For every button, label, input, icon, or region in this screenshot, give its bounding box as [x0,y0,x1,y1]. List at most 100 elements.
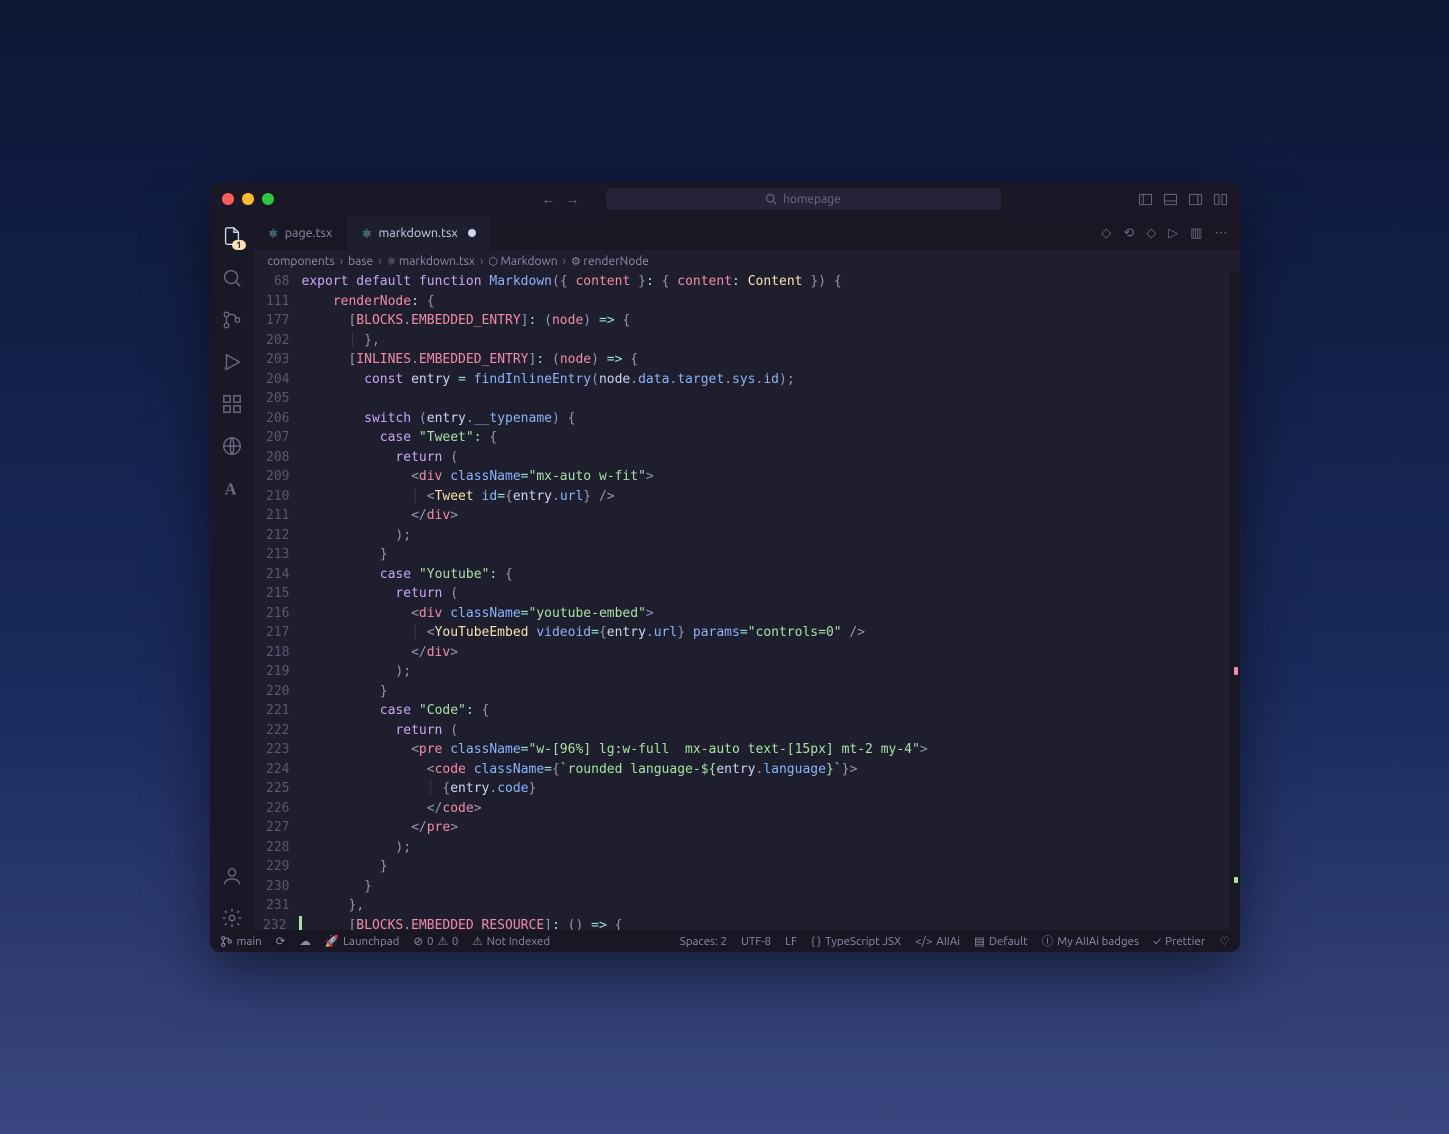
extensions-activity[interactable] [220,392,244,416]
breadcrumb-item[interactable]: ⬡ Markdown [488,255,557,268]
badges-status[interactable]: ⓘMy AIIAi badges [1042,933,1139,949]
code-line[interactable]: 217 │ <YouTubeEmbed videoid={entry.url} … [254,623,1240,643]
prettier-status[interactable]: ✓Prettier [1153,935,1205,948]
code-content: case "Code": { [302,701,1240,721]
nav-back-button[interactable]: ← [542,191,556,207]
problems-status[interactable]: ⊘0 ⚠0 [413,934,458,948]
code-line[interactable]: 111 renderNode: { [254,292,1240,312]
breadcrumb-separator: › [378,255,381,268]
run-debug-activity[interactable] [220,350,244,374]
text-activity[interactable]: A [220,476,244,500]
aiiai-status[interactable]: </>AIIAi [915,935,960,948]
tab-page-tsx[interactable]: ⚛ page.tsx [254,216,348,250]
line-number: 213 [254,545,302,565]
spaces-status[interactable]: Spaces: 2 [680,935,727,948]
code-line[interactable]: 214 case "Youtube": { [254,565,1240,585]
nav-prev-icon[interactable]: ◇ [1101,226,1111,241]
code-line[interactable]: 226 </code> [254,799,1240,819]
code-line[interactable]: 228 ); [254,838,1240,858]
code-line[interactable]: 177 [BLOCKS.EMBEDDED_ENTRY]: (node) => { [254,311,1240,331]
react-icon: ⚛ [268,226,279,241]
explorer-activity[interactable]: 1 [220,224,244,248]
breadcrumb-item[interactable]: components [268,255,335,268]
line-number: 210 [254,487,302,507]
code-line[interactable]: 210 │ <Tweet id={entry.url} /> [254,487,1240,507]
code-line[interactable]: 222 return ( [254,721,1240,741]
code-line[interactable]: 213 } [254,545,1240,565]
breadcrumb-item[interactable]: base [348,255,373,268]
source-control-activity[interactable] [220,308,244,332]
bell-icon[interactable]: ♡ [1219,934,1229,948]
more-icon[interactable]: ⋯ [1215,226,1228,241]
code-line[interactable]: 202 │ }, [254,331,1240,351]
breadcrumbs[interactable]: components›base›⚛ markdown.tsx›⬡ Markdow… [254,250,1240,272]
launchpad-status[interactable]: 🚀 Launchpad [325,934,400,948]
code-line[interactable]: 229 } [254,857,1240,877]
code-line[interactable]: 206 switch (entry.__typename) { [254,409,1240,429]
breadcrumb-item[interactable]: ⚙ renderNode [571,255,649,268]
line-number: 215 [254,584,302,604]
panel-left-icon[interactable] [1138,192,1153,207]
encoding-status[interactable]: UTF-8 [741,935,771,948]
nav-next-icon[interactable]: ◇ [1146,226,1156,241]
sync-status[interactable]: ⟳ [276,934,286,948]
code-line[interactable]: 209 <div className="mx-auto w-fit"> [254,467,1240,487]
code-line[interactable]: 221 case "Code": { [254,701,1240,721]
code-line[interactable]: 231 }, [254,896,1240,916]
tab-markdown-tsx[interactable]: ⚛markdown.tsx [347,216,490,250]
remote-activity[interactable] [220,434,244,458]
code-line[interactable]: 215 return ( [254,584,1240,604]
code-line[interactable]: 204 const entry = findInlineEntry(node.d… [254,370,1240,390]
code-editor[interactable]: 68export default function Markdown({ con… [254,272,1240,930]
default-status[interactable]: ▤Default [974,934,1028,948]
run-icon[interactable]: ▷ [1168,226,1178,241]
code-line[interactable]: 225 │ {entry.code} [254,779,1240,799]
code-line[interactable]: 220 } [254,682,1240,702]
tab-actions: ◇ ⟲ ◇ ▷ ▥ ⋯ [1101,216,1239,250]
tab-bar: ⚛ page.tsx ⚛markdown.tsx ◇ ⟲ ◇ ▷ ▥ ⋯ [254,216,1240,250]
code-line[interactable]: 212 ); [254,526,1240,546]
code-line[interactable]: 218 </div> [254,643,1240,663]
breadcrumb-item[interactable]: ⚛ markdown.tsx [387,255,475,268]
language-status[interactable]: { }TypeScript JSX [811,935,901,948]
code-line[interactable]: 205 [254,389,1240,409]
code-line[interactable]: 232 [BLOCKS.EMBEDDED_RESOURCE]: () => { [254,916,1240,931]
code-line[interactable]: 68export default function Markdown({ con… [254,272,1240,292]
git-branch-status[interactable]: main [220,935,262,948]
code-line[interactable]: 224 <code className={`rounded language-$… [254,760,1240,780]
search-activity[interactable] [220,266,244,290]
breadcrumb-separator: › [480,255,483,268]
settings-activity[interactable] [220,906,244,930]
code-line[interactable]: 219 ); [254,662,1240,682]
command-center-search[interactable]: homepage [606,188,1001,210]
eol-status[interactable]: LF [785,935,797,948]
cloud-status[interactable]: ☁ [299,934,311,948]
code-line[interactable]: 227 </pre> [254,818,1240,838]
panel-bottom-icon[interactable] [1163,192,1178,207]
close-window-button[interactable] [222,193,234,205]
code-line[interactable]: 223 <pre className="w-[96%] lg:w-full mx… [254,740,1240,760]
code-line[interactable]: 230 } [254,877,1240,897]
tab-label: page.tsx [285,226,333,240]
layout-icon[interactable] [1213,192,1228,207]
line-number: 229 [254,857,302,877]
line-number: 203 [254,350,302,370]
code-content: } [302,857,1240,877]
nav-sync-icon[interactable]: ⟲ [1123,226,1134,241]
code-line[interactable]: 203 [INLINES.EMBEDDED_ENTRY]: (node) => … [254,350,1240,370]
nav-forward-button[interactable]: → [566,191,580,207]
minimize-window-button[interactable] [242,193,254,205]
line-number: 214 [254,565,302,585]
index-status[interactable]: ⚠Not Indexed [472,934,550,948]
minimap[interactable] [1230,272,1240,930]
code-content: </div> [302,506,1240,526]
accounts-activity[interactable] [220,864,244,888]
code-line[interactable]: 207 case "Tweet": { [254,428,1240,448]
split-editor-icon[interactable]: ▥ [1190,226,1202,241]
code-line[interactable]: 211 </div> [254,506,1240,526]
panel-right-icon[interactable] [1188,192,1203,207]
code-line[interactable]: 208 return ( [254,448,1240,468]
code-line[interactable]: 216 <div className="youtube-embed"> [254,604,1240,624]
line-number: 111 [254,292,302,312]
maximize-window-button[interactable] [262,193,274,205]
